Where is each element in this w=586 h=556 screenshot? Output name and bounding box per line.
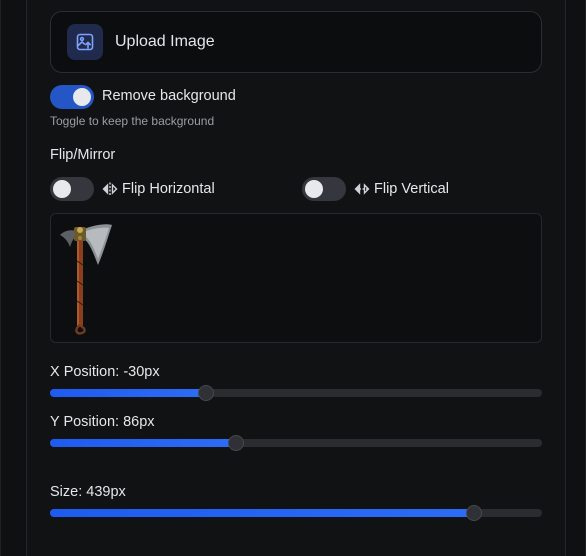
flip-mirror-heading: Flip/Mirror <box>50 147 116 163</box>
x-position-label: X Position: -30px <box>50 364 160 380</box>
size-slider[interactable] <box>50 505 542 521</box>
image-upload-icon <box>67 24 103 60</box>
remove-background-hint: Toggle to keep the background <box>50 114 215 128</box>
image-preview <box>50 213 542 343</box>
upload-image-button[interactable]: Upload Image <box>50 11 542 73</box>
remove-background-label: Remove background <box>102 88 236 104</box>
slider-thumb[interactable] <box>466 505 483 521</box>
slider-fill <box>50 509 475 517</box>
flip-vertical-item: Flip Vertical <box>354 177 449 201</box>
y-position-slider[interactable] <box>50 435 542 451</box>
slider-thumb[interactable] <box>227 435 244 451</box>
remove-background-toggle[interactable] <box>50 85 94 109</box>
flip-horizontal-toggle[interactable] <box>50 177 94 201</box>
flip-horizontal-icon <box>102 182 118 196</box>
flip-vertical-toggle[interactable] <box>302 177 346 201</box>
flip-horizontal-label: Flip Horizontal <box>122 181 215 197</box>
flip-vertical-label: Flip Vertical <box>374 181 449 197</box>
toggle-knob <box>73 88 91 106</box>
x-position-slider[interactable] <box>50 385 542 401</box>
y-position-label: Y Position: 86px <box>50 414 155 430</box>
slider-fill <box>50 439 236 447</box>
axe-image <box>60 224 112 335</box>
size-label: Size: 439px <box>50 484 126 500</box>
flip-vertical-icon <box>354 183 370 195</box>
flip-horizontal-item: Flip Horizontal <box>102 177 215 201</box>
slider-fill <box>50 389 206 397</box>
toggle-knob <box>53 180 71 198</box>
upload-image-label: Upload Image <box>115 33 215 50</box>
toggle-knob <box>305 180 323 198</box>
slider-thumb[interactable] <box>197 385 214 401</box>
